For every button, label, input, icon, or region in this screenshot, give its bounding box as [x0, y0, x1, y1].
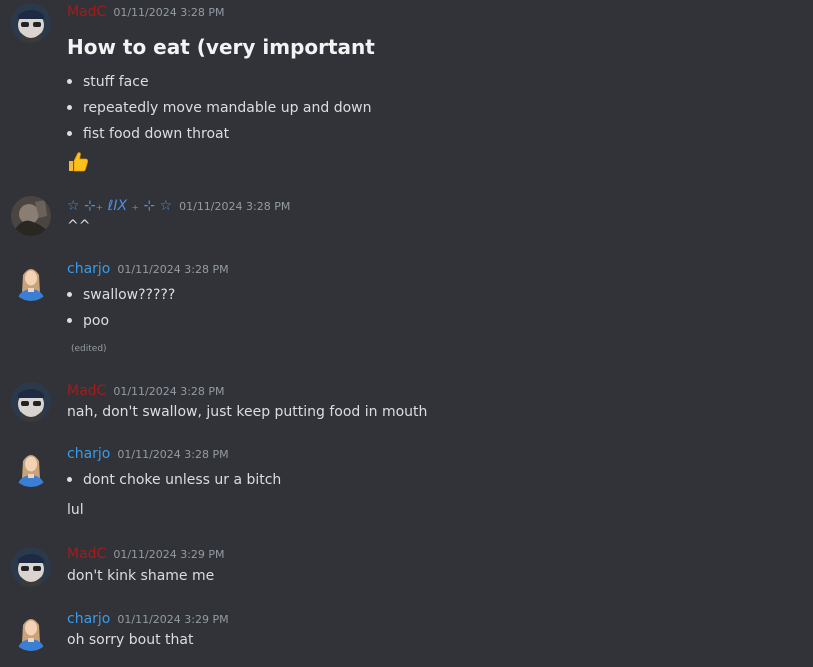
avatar-charjo[interactable] — [11, 611, 51, 651]
timestamp: 01/11/2024 3:28 PM — [113, 6, 225, 19]
message-text: oh sorry bout that — [67, 632, 194, 648]
avatar-madc[interactable] — [11, 382, 51, 422]
avatar-elix[interactable] — [11, 196, 51, 236]
avatar-charjo[interactable] — [11, 447, 51, 487]
message-charjo-3: charjo 01/11/2024 3:29 PM oh sorry bout … — [0, 605, 813, 665]
timestamp: 01/11/2024 3:29 PM — [117, 613, 229, 626]
list-item-text: repeatedly move mandable up and down — [83, 100, 372, 116]
timestamp: 01/11/2024 3:28 PM — [117, 263, 229, 276]
username[interactable]: MadC — [67, 383, 106, 399]
list-item: repeatedly move mandable up and down — [67, 100, 371, 116]
username[interactable]: charjo — [67, 611, 110, 627]
message-text: ^^ — [67, 218, 91, 234]
bullet-dot — [67, 291, 72, 297]
thumbs-up-icon[interactable] — [66, 150, 90, 178]
bullet-dot — [67, 317, 72, 323]
edited-indicator: (edited) — [71, 344, 107, 354]
bullet-dot — [67, 130, 72, 136]
message-text: nah, don't swallow, just keep putting fo… — [67, 404, 428, 420]
message-madc-1: MadC 01/11/2024 3:28 PM How to eat (very… — [0, 0, 813, 180]
list-item: stuff face — [67, 74, 149, 90]
list-item-text: poo — [83, 313, 110, 329]
message-text: don't kink shame me — [67, 568, 215, 584]
list-item: fist food down throat — [67, 126, 229, 142]
timestamp: 01/11/2024 3:28 PM — [179, 200, 291, 213]
list-item: poo — [67, 313, 109, 329]
username[interactable]: charjo — [67, 446, 110, 462]
message-charjo-2: charjo 01/11/2024 3:28 PM dont choke unl… — [0, 440, 813, 530]
timestamp: 01/11/2024 3:28 PM — [117, 448, 229, 461]
list-item-text: dont choke unless ur a bitch — [83, 472, 282, 488]
list-item-text: swallow????? — [83, 287, 176, 303]
bullet-dot — [67, 78, 72, 84]
list-item-text: fist food down throat — [83, 126, 230, 142]
list-item: dont choke unless ur a bitch — [67, 472, 281, 488]
username[interactable]: ☆ ⊹₊ ℓΙX ₊ ⊹ ☆ — [67, 198, 172, 214]
username[interactable]: charjo — [67, 261, 110, 277]
list-item-text: stuff face — [83, 74, 149, 90]
message-text: lul — [67, 502, 84, 518]
avatar-charjo[interactable] — [11, 261, 51, 301]
username[interactable]: MadC — [67, 4, 106, 20]
message-heading: How to eat (very important — [67, 35, 375, 59]
timestamp: 01/11/2024 3:29 PM — [113, 548, 225, 561]
avatar-madc[interactable] — [11, 3, 51, 43]
bullet-dot — [67, 104, 72, 110]
message-madc-2: MadC 01/11/2024 3:28 PM nah, don't swall… — [0, 375, 813, 430]
message-charjo-1: charjo 01/11/2024 3:28 PM swallow????? p… — [0, 255, 813, 365]
list-item: swallow????? — [67, 287, 175, 303]
message-madc-3: MadC 01/11/2024 3:29 PM don't kink shame… — [0, 540, 813, 595]
username[interactable]: MadC — [67, 546, 106, 562]
avatar-madc[interactable] — [11, 547, 51, 587]
timestamp: 01/11/2024 3:28 PM — [113, 385, 225, 398]
bullet-dot — [67, 476, 72, 482]
message-elix: ☆ ⊹₊ ℓΙX ₊ ⊹ ☆ 01/11/2024 3:28 PM ^^ — [0, 190, 813, 240]
